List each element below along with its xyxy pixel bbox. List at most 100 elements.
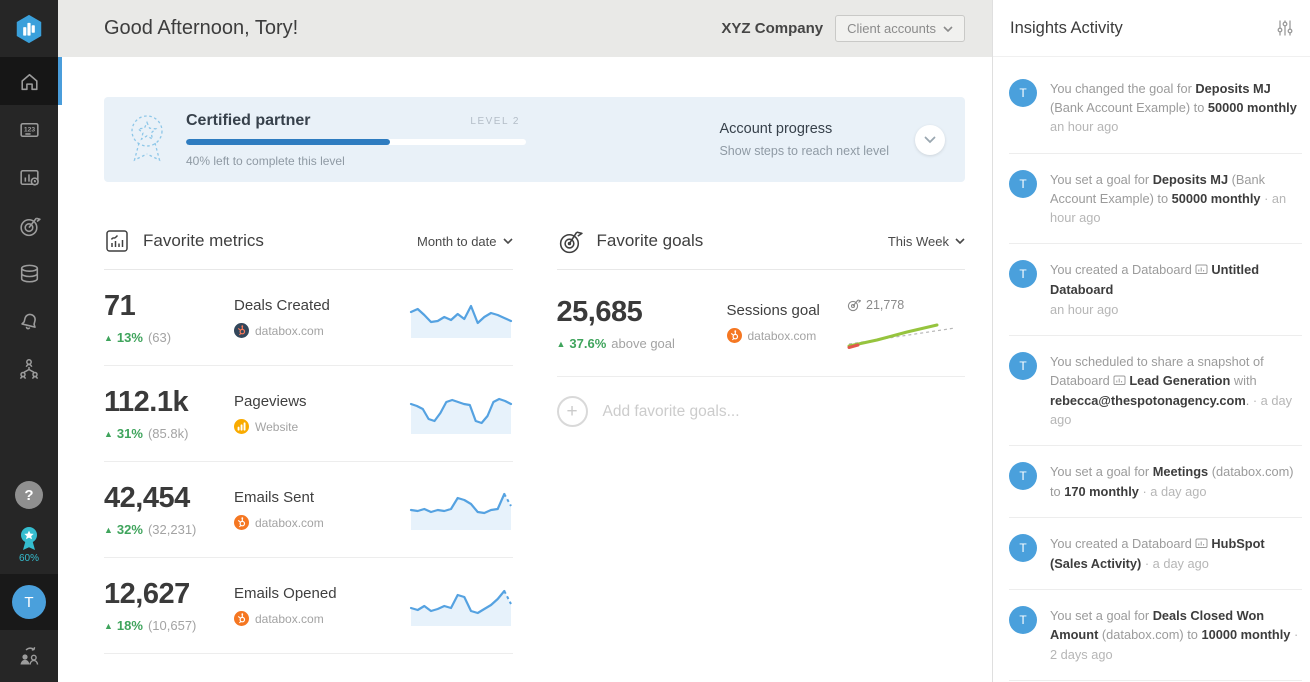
activity-item[interactable]: T You changed the goal for Deposits MJ (B… — [1009, 63, 1302, 153]
metric-source: Website — [255, 419, 299, 434]
metric-name: Pageviews — [234, 393, 307, 410]
goal-delta: 37.6% — [569, 336, 607, 351]
metrics-range-label: Month to date — [417, 233, 497, 249]
goal-row-sessions[interactable]: 25,685 ▲ 37.6% above goal Sessions goal — [556, 270, 965, 377]
favorite-metrics-section: Favorite metrics Month to date 71 ▲ 13% (63… — [104, 226, 513, 654]
activity-filter-button[interactable] — [1274, 17, 1296, 39]
sidebar-item-account-management[interactable] — [0, 345, 58, 393]
sidebar-item-datasources[interactable] — [0, 249, 58, 297]
goals-target-flag-icon — [557, 228, 584, 255]
filter-sliders-icon — [1277, 20, 1293, 36]
trend-up-icon: ▲ — [104, 620, 113, 631]
activity-item[interactable]: T You scheduled to share a snapshot of Da… — [1009, 334, 1302, 446]
metric-source: databox.com — [255, 515, 324, 530]
activity-item[interactable]: T You set a goal for Deals Closed Won Amo… — [1009, 589, 1302, 680]
goal-current-value: 21,778 — [866, 298, 905, 312]
level-progress-fill — [186, 138, 390, 145]
sidebar-bottom-group: ? 60% T — [0, 481, 58, 682]
activity-text: You created a Databoard HubSpot (Sales A… — [1050, 535, 1265, 571]
activity-text: You scheduled to share a snapshot of Dat… — [1050, 353, 1292, 428]
metrics-list: 71 ▲ 13% (63) Deals Created databox.com 112.1k… — [104, 270, 513, 654]
metric-value: 42,454 — [104, 482, 190, 514]
trend-up-icon: ▲ — [556, 338, 566, 349]
account-progress-title: Account progress — [719, 121, 833, 137]
metric-row[interactable]: 112.1k ▲ 31% (85.8k) Pageviews Website — [104, 366, 513, 462]
goals-range-dropdown[interactable]: This Week — [888, 234, 965, 249]
sidebar-item-alerts[interactable] — [0, 297, 58, 345]
level-label: LEVEL 2 — [470, 115, 520, 127]
databox-logo[interactable] — [0, 0, 58, 57]
partner-progress-block: Certified partner LEVEL 2 40% left to co… — [186, 112, 526, 168]
metric-source: databox.com — [255, 323, 324, 338]
metric-name: Deals Created — [234, 297, 330, 314]
activity-item[interactable]: T You created a Databoard HubSpot (Sales … — [1009, 516, 1302, 589]
metric-source: databox.com — [255, 611, 324, 626]
activity-list: T You changed the goal for Deposits MJ (B… — [993, 57, 1310, 682]
activity-item[interactable]: T You set a goal for Meetings (databox.co… — [1009, 445, 1302, 516]
add-favorite-goals-button[interactable]: + Add favorite goals... — [556, 377, 966, 446]
metric-delta: 32% — [116, 522, 143, 537]
client-accounts-label: Client accounts — [847, 21, 936, 36]
client-accounts-dropdown[interactable]: Client accounts — [835, 15, 965, 42]
expand-progress-button[interactable] — [915, 124, 945, 155]
sidebar-item-scorecards[interactable]: 123 — [0, 105, 58, 153]
user-avatar: T — [1009, 351, 1037, 380]
goal-pace-chart: 21,778 — [847, 296, 965, 356]
metric-delta: 31% — [116, 426, 143, 441]
databoard-icon — [1195, 535, 1208, 554]
certified-partner-banner: Certified partner LEVEL 2 40% left to co… — [104, 97, 965, 182]
team-org-icon — [19, 359, 39, 379]
favorite-goals-section: Favorite goals This Week 25,685 ▲ 37.6% … — [556, 226, 966, 654]
sidebar-item-databoards[interactable] — [0, 153, 58, 201]
favorite-metrics-title: Favorite metrics — [143, 231, 264, 250]
metric-row[interactable]: 71 ▲ 13% (63) Deals Created databox.com — [104, 270, 513, 366]
metric-previous-value: (63) — [147, 330, 172, 345]
user-avatar: T — [1009, 79, 1037, 107]
home-icon — [20, 73, 38, 90]
metric-row[interactable]: 42,454 ▲ 32% (32,231) Emails Sent databox.com — [104, 462, 513, 558]
metric-sparkline — [409, 488, 513, 532]
activity-timestamp: an hour ago — [1050, 301, 1119, 317]
goal-delta-suffix: above goal — [611, 336, 675, 351]
account-progress-block: Account progress Show steps to reach nex… — [719, 121, 949, 158]
user-avatar: T — [1009, 169, 1037, 198]
databoard-icon — [1113, 372, 1126, 391]
svg-text:123: 123 — [23, 126, 35, 133]
metrics-range-dropdown[interactable]: Month to date — [417, 234, 513, 249]
metric-delta: 13% — [116, 330, 143, 345]
help-button[interactable]: ? — [15, 481, 43, 509]
metric-name: Emails Sent — [234, 489, 315, 506]
insights-activity-panel: Insights Activity T You changed the goal … — [992, 0, 1310, 682]
sidebar-item-goals[interactable] — [0, 201, 58, 249]
activity-timestamp: an hour ago — [1050, 119, 1119, 135]
active-nav-indicator — [58, 57, 62, 105]
favorite-metrics-header: Favorite metrics Month to date — [104, 226, 513, 270]
switch-account-button[interactable] — [16, 630, 42, 682]
chevron-down-icon — [502, 238, 513, 244]
activity-timestamp: · a day ago — [1141, 556, 1209, 571]
database-icon — [20, 264, 38, 283]
metric-row[interactable]: 12,627 ▲ 18% (10,657) Emails Opened databox.c… — [104, 558, 513, 654]
chevron-down-icon — [955, 238, 965, 244]
activity-item[interactable]: T You set a goal for Deposits MJ (Bank Ac… — [1009, 152, 1302, 244]
metric-sparkline — [409, 584, 513, 628]
main-header: Good Afternoon, Tory! XYZ Company Client… — [58, 0, 992, 57]
metric-value: 12,627 — [104, 578, 190, 610]
goal-target-icon — [19, 216, 41, 236]
activity-item[interactable]: T You created a Databoard Untitled Databo… — [1009, 243, 1302, 335]
metric-previous-value: (10,657) — [147, 618, 197, 633]
user-avatar-block: T — [0, 574, 58, 630]
goal-flag-icon — [847, 299, 861, 312]
user-avatar[interactable]: T — [12, 585, 46, 619]
user-avatar: T — [1009, 260, 1037, 289]
dashboard-columns: Favorite metrics Month to date 71 ▲ 13% (63… — [104, 226, 965, 654]
databoard-icon — [1195, 261, 1208, 280]
numbers-keypad-icon: 123 — [19, 122, 39, 137]
page-title: Good Afternoon, Tory! — [104, 17, 299, 39]
goals-range-label: This Week — [887, 233, 949, 249]
goal-value: 25,685 — [556, 296, 643, 328]
account-progress-badge[interactable]: 60% — [16, 525, 42, 564]
metric-previous-value: (32,231) — [147, 522, 197, 537]
google-analytics-icon — [234, 419, 249, 434]
sidebar-item-home[interactable] — [0, 57, 58, 105]
